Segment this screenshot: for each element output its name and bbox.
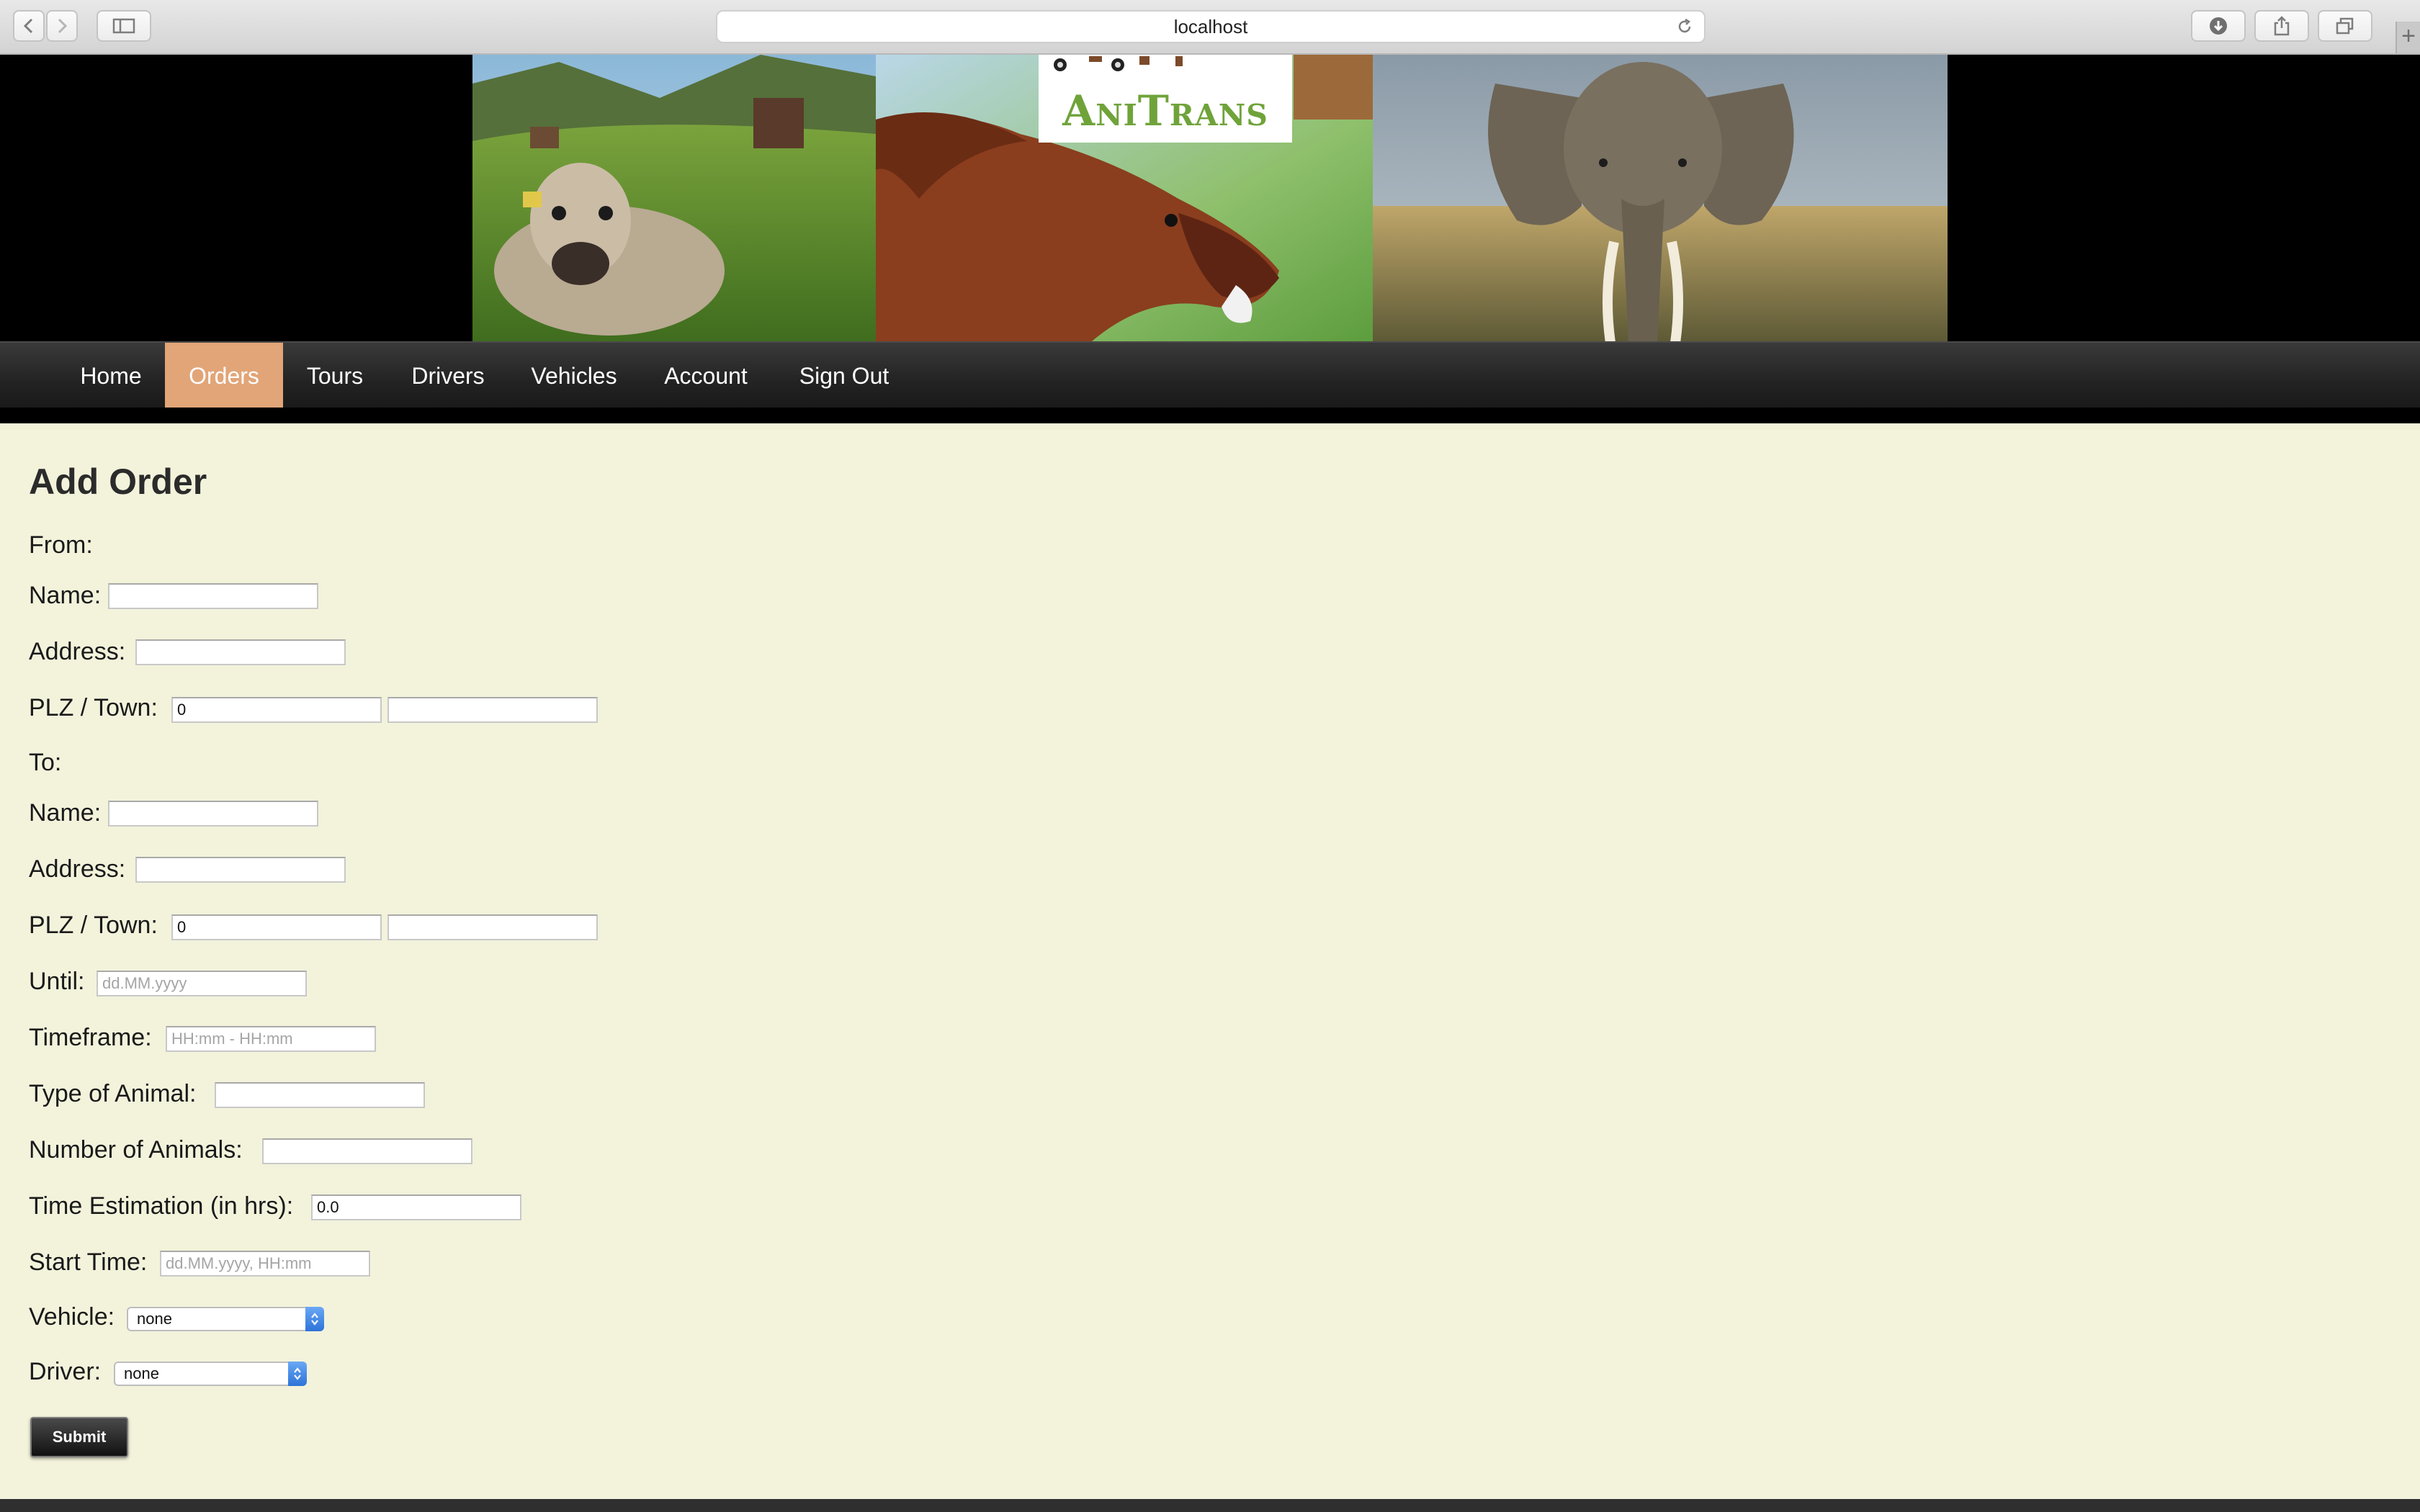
elephant-photo [1373,55,1948,341]
vehicle-select[interactable]: none [127,1307,324,1331]
download-icon [2210,17,2227,35]
from-section-label: From: [29,531,93,559]
vehicle-selected-value: none [137,1310,172,1328]
page-title: Add Order [29,462,207,502]
until-label: Until: [29,968,85,995]
from-address-input[interactable] [135,639,346,665]
nav-vehicles[interactable]: Vehicles [516,343,632,409]
logo-animals-illustration [1054,56,1183,71]
logo-text: AniTrans [1062,86,1268,135]
driver-select[interactable]: none [114,1362,307,1386]
share-icon [2274,16,2290,36]
back-button[interactable] [13,10,45,42]
to-plz-town-label: PLZ / Town: [29,912,158,939]
nav-tours[interactable]: Tours [287,343,383,409]
to-address-label: Address: [29,855,126,883]
animal-type-input[interactable] [215,1082,425,1108]
to-name-label: Name: [29,799,102,827]
nav-account[interactable]: Account [650,343,762,409]
nav-drivers[interactable]: Drivers [398,343,498,409]
downloads-button[interactable] [2191,10,2246,42]
site-banner: AniTrans [0,55,2420,341]
to-name-input[interactable] [108,801,318,827]
to-section-label: To: [29,749,62,776]
timeframe-label: Timeframe: [29,1024,152,1051]
back-icon [23,18,33,34]
animal-count-input[interactable] [262,1138,472,1164]
forward-icon [58,18,68,34]
nav-divider [0,408,2420,423]
tabs-button[interactable] [2318,10,2372,42]
main-nav: Home Orders Tours Drivers Vehicles Accou… [0,341,2420,409]
vehicle-label: Vehicle: [29,1303,115,1331]
to-plz-input[interactable] [171,914,382,940]
cow-photo [472,55,876,341]
nav-sign-out[interactable]: Sign Out [785,343,903,409]
start-time-label: Start Time: [29,1248,148,1276]
start-time-input[interactable] [160,1251,370,1277]
to-address-input[interactable] [135,857,346,883]
tabs-icon [2336,17,2354,35]
submit-button[interactable]: Submit [30,1417,128,1457]
from-name-label: Name: [29,582,102,609]
time-estimation-label: Time Estimation (in hrs): [29,1192,294,1220]
driver-label: Driver: [29,1358,102,1385]
from-town-input[interactable] [387,697,598,723]
until-date-input[interactable] [97,971,307,996]
from-address-label: Address: [29,638,126,665]
sidebar-button[interactable] [97,10,151,42]
from-plz-input[interactable] [171,697,382,723]
driver-selected-value: none [124,1364,159,1382]
new-tab-button[interactable]: + [2396,22,2420,53]
time-estimation-input[interactable] [311,1194,521,1220]
page-footer [0,1499,2420,1512]
reload-icon[interactable] [1675,17,1694,36]
animal-type-label: Type of Animal: [29,1080,197,1107]
from-plz-town-label: PLZ / Town: [29,694,158,721]
select-arrows-icon [305,1307,324,1331]
new-tab-icon: + [2401,22,2416,50]
browser-toolbar: localhost + [0,0,2420,55]
select-arrows-icon [288,1362,307,1386]
animal-count-label: Number of Animals: [29,1136,243,1164]
url-text: localhost [1173,15,1248,37]
address-bar[interactable]: localhost [716,10,1706,43]
nav-home[interactable]: Home [60,343,161,409]
timeframe-input[interactable] [166,1026,376,1052]
site-logo[interactable]: AniTrans [1039,55,1292,143]
sidebar-icon [112,18,135,34]
from-name-input[interactable] [108,583,318,609]
forward-button[interactable] [46,10,78,42]
to-town-input[interactable] [387,914,598,940]
share-button[interactable] [2254,10,2309,42]
nav-orders[interactable]: Orders [165,343,283,409]
